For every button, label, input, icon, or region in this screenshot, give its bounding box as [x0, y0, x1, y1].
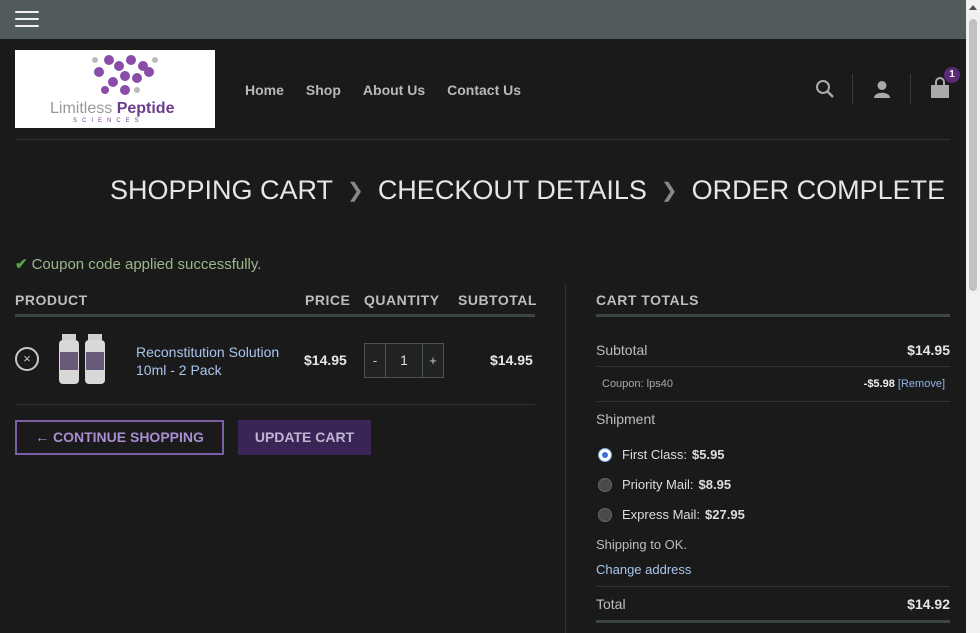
- shipping-option-name: Priority Mail:: [622, 477, 694, 492]
- coupon-value: -$5.98 [Remove]: [864, 378, 945, 390]
- shipment-label: Shipment: [596, 411, 656, 427]
- subtotal-label: Subtotal: [596, 342, 648, 358]
- product-name-link[interactable]: Reconstitution Solution 10ml - 2 Pack: [136, 343, 296, 379]
- scrollbar[interactable]: [966, 0, 980, 633]
- nav-about-us[interactable]: About Us: [363, 82, 425, 98]
- header-separator: [852, 74, 853, 104]
- table-header-underline: [15, 314, 535, 317]
- search-icon[interactable]: [815, 79, 835, 99]
- breadcrumb-checkout-details[interactable]: CHECKOUT DETAILS: [378, 175, 647, 206]
- site-logo[interactable]: Limitless Peptide SCIENCES: [15, 50, 215, 128]
- radio-unselected[interactable]: [598, 507, 612, 522]
- nav-shop[interactable]: Shop: [306, 82, 341, 98]
- product-thumbnail[interactable]: [55, 330, 113, 388]
- remove-coupon-link[interactable]: [Remove]: [898, 378, 945, 390]
- quantity-stepper: - 1 +: [364, 343, 444, 378]
- coupon-amount: -$5.98: [863, 378, 895, 390]
- remove-item-button[interactable]: ×: [15, 347, 39, 371]
- logo-wordmark: Limitless Peptide: [50, 100, 175, 117]
- shipping-option-name: Express Mail:: [622, 507, 701, 522]
- breadcrumb-shopping-cart[interactable]: SHOPPING CART: [110, 175, 333, 206]
- radio-unselected[interactable]: [598, 477, 612, 492]
- nav-home[interactable]: Home: [245, 82, 284, 98]
- change-address-link[interactable]: Change address: [596, 562, 691, 577]
- quantity-increase-button[interactable]: +: [423, 344, 443, 377]
- subtotal-value: $14.95: [907, 342, 950, 358]
- quantity-input[interactable]: 1: [385, 344, 423, 377]
- total-underline: [596, 620, 950, 623]
- logo-subtitle: SCIENCES: [73, 118, 144, 124]
- breadcrumb-order-complete: ORDER COMPLETE: [691, 175, 946, 205]
- totals-divider: [596, 586, 950, 587]
- top-bar: [0, 0, 966, 39]
- update-cart-button[interactable]: UPDATE CART: [238, 420, 371, 455]
- nav-contact-us[interactable]: Contact Us: [447, 82, 521, 98]
- item-price: $14.95: [304, 352, 347, 368]
- column-header-quantity: QUANTITY: [364, 292, 440, 308]
- chevron-right-icon: ❯: [660, 180, 678, 202]
- shipping-option-first-class[interactable]: First Class: $5.95: [598, 447, 725, 462]
- header-separator: [910, 74, 911, 104]
- coupon-label: Coupon: lps40: [602, 378, 673, 390]
- shipping-destination: Shipping to OK.: [596, 537, 688, 552]
- column-divider: [565, 285, 566, 633]
- totals-divider: [596, 366, 950, 367]
- total-label: Total: [596, 596, 626, 612]
- shipping-option-express-mail[interactable]: Express Mail: $27.95: [598, 507, 745, 522]
- checkmark-icon: ✔: [15, 256, 28, 273]
- main-nav: Home Shop About Us Contact Us: [245, 82, 543, 98]
- item-subtotal: $14.95: [490, 352, 533, 368]
- column-header-subtotal: SUBTOTAL: [458, 292, 537, 308]
- checkout-breadcrumb: SHOPPING CART ❯ CHECKOUT DETAILS ❯ ORDER…: [110, 175, 945, 206]
- totals-divider: [596, 401, 950, 402]
- cart-totals-title: CART TOTALS: [596, 292, 699, 308]
- account-icon[interactable]: [873, 80, 891, 98]
- shipping-option-price: $8.95: [698, 477, 732, 492]
- chevron-right-icon: ❯: [347, 180, 364, 202]
- cart-totals-underline: [596, 314, 950, 317]
- total-value: $14.92: [907, 596, 950, 612]
- shipping-option-price: $5.95: [692, 447, 725, 462]
- header-divider: [15, 139, 950, 140]
- scroll-thumb[interactable]: [969, 19, 977, 291]
- menu-icon[interactable]: [15, 11, 39, 28]
- quantity-decrease-button[interactable]: -: [365, 344, 385, 377]
- coupon-success-notice: ✔ Coupon code applied successfully.: [15, 255, 261, 273]
- continue-shopping-button[interactable]: ← CONTINUE SHOPPING: [15, 420, 224, 455]
- shipping-option-price: $27.95: [705, 507, 745, 522]
- cart-count-badge: 1: [944, 67, 960, 83]
- shipping-option-priority-mail[interactable]: Priority Mail: $8.95: [598, 477, 731, 492]
- radio-selected[interactable]: [598, 447, 612, 462]
- scroll-up-arrow-icon[interactable]: [969, 5, 977, 10]
- column-header-product: PRODUCT: [15, 292, 88, 308]
- table-row-divider: [15, 404, 535, 405]
- shipping-option-name: First Class:: [622, 447, 687, 462]
- notice-text: Coupon code applied successfully.: [31, 256, 262, 273]
- column-header-price: PRICE: [305, 292, 351, 308]
